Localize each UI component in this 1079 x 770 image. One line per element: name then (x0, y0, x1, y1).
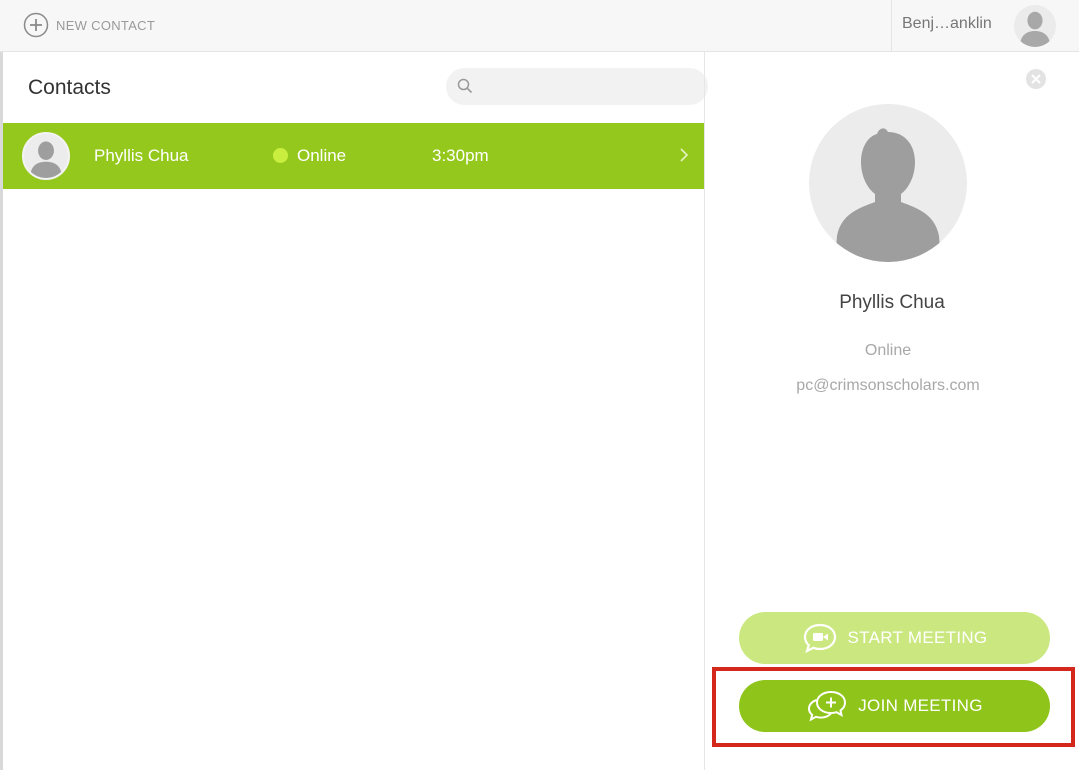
detail-email: pc@crimsonscholars.com (796, 377, 980, 394)
chevron-right-icon (680, 148, 689, 162)
top-bar: NEW CONTACT Benj…anklin (0, 0, 1079, 52)
contact-name: Phyllis Chua (94, 146, 189, 165)
avatar-icon (30, 141, 62, 178)
detail-name: Phyllis Chua (839, 292, 945, 313)
app-window: NEW CONTACT Benj…anklin Contacts Phyllis… (0, 0, 1079, 770)
user-name: Benj…anklin (902, 15, 992, 32)
new-contact-button[interactable]: NEW CONTACT (23, 12, 155, 38)
contact-avatar (22, 132, 70, 180)
contact-detail-avatar (809, 104, 967, 262)
online-status-dot (273, 148, 288, 163)
contact-row[interactable]: Phyllis Chua Online 3:30pm (3, 123, 704, 189)
avatar-icon (1019, 11, 1051, 47)
contacts-heading: Contacts (28, 76, 111, 99)
video-chat-icon (803, 623, 836, 654)
search-input[interactable] (446, 68, 708, 105)
highlight-box (712, 667, 1075, 747)
search-icon (457, 78, 473, 94)
contact-status: Online (297, 146, 347, 165)
user-menu[interactable]: Benj…anklin (891, 0, 1079, 52)
pane-divider (704, 52, 705, 770)
start-meeting-button[interactable]: START MEETING (739, 612, 1050, 664)
contact-time: 3:30pm (432, 146, 489, 165)
close-icon[interactable] (1025, 68, 1047, 90)
plus-circle-icon (23, 12, 49, 38)
start-meeting-label: START MEETING (847, 628, 988, 647)
new-contact-label: NEW CONTACT (56, 17, 156, 33)
avatar-icon (835, 128, 941, 262)
detail-status: Online (864, 342, 912, 359)
user-avatar (1014, 5, 1056, 47)
